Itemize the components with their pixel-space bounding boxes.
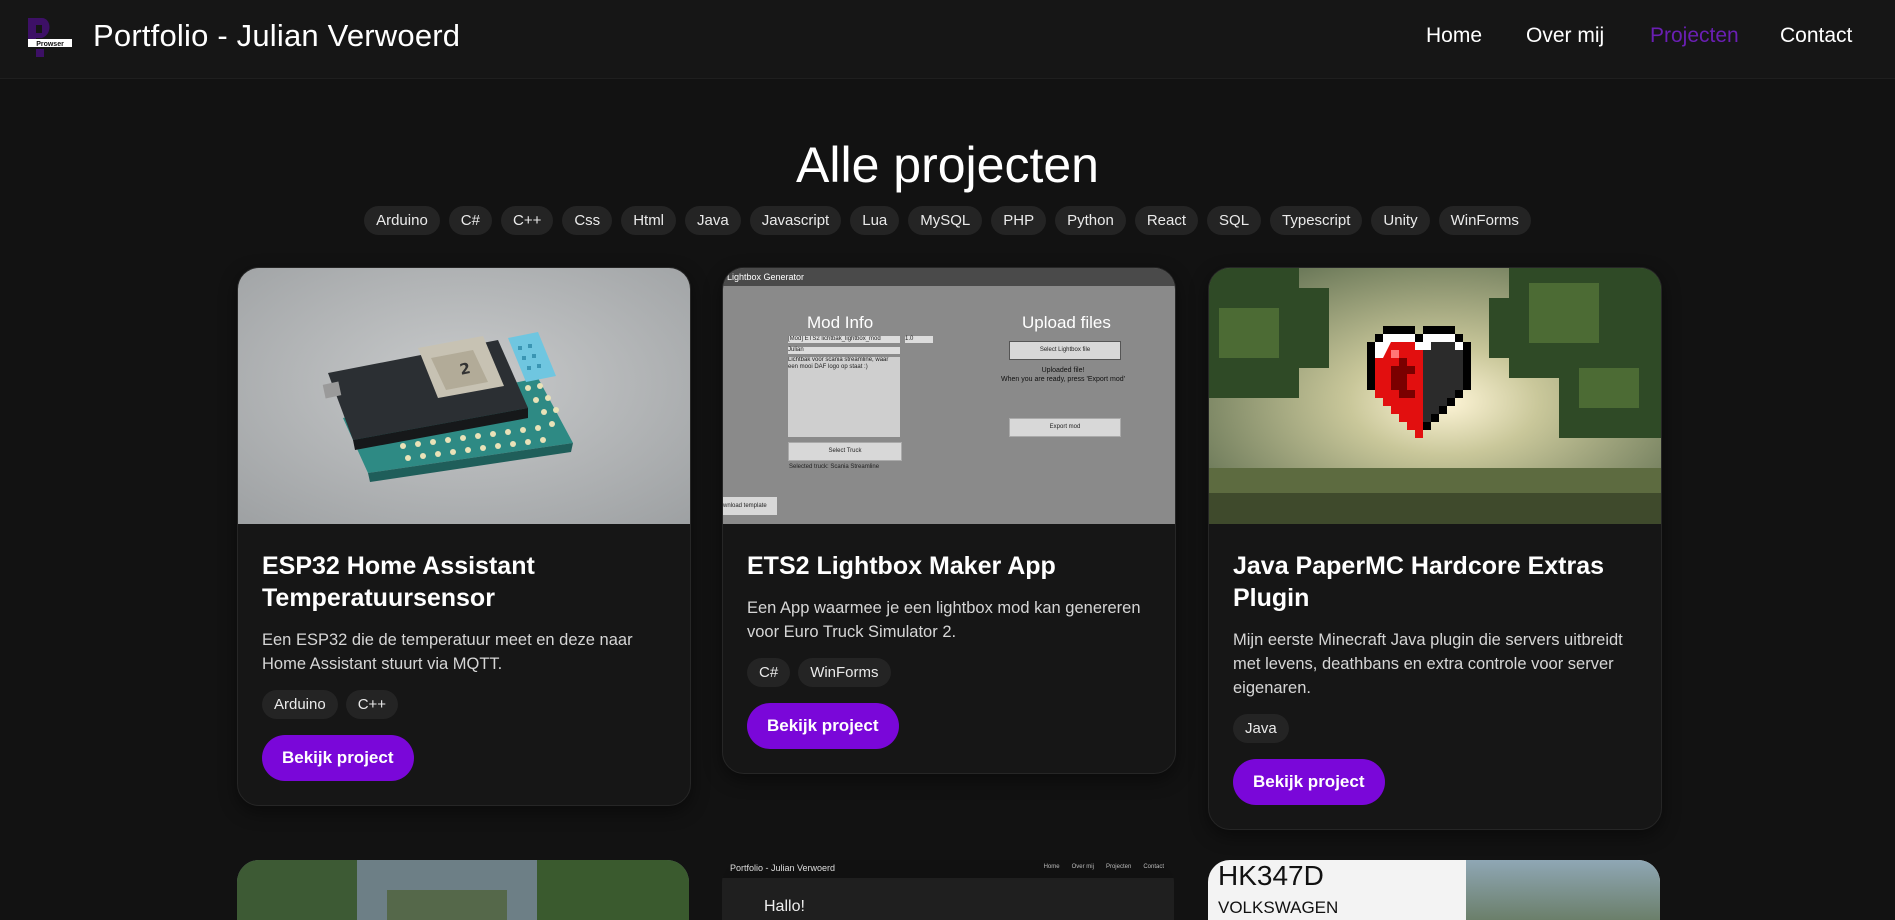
filter-css[interactable]: Css [562,206,613,235]
project-description: Mijn eerste Minecraft Java plugin die se… [1233,631,1623,697]
project-title: ETS2 Lightbox Maker App [747,552,1056,580]
filter-arduino[interactable]: Arduino [364,206,440,235]
project-card: Java PaperMC Hardcore Extras Plugin Mijn… [1208,267,1662,830]
project-title: ESP32 Home Assistant Temperatuursensor [262,552,535,612]
view-project-button[interactable]: Bekijk project [262,735,414,781]
uploaded-message: Uploaded file! [1041,367,1085,374]
preview-nav-item: Home [1043,864,1060,870]
project-description: Een App waarmee je een lightbox mod kan … [747,599,1141,641]
nav-over-mij[interactable]: Over mij [1526,24,1604,48]
project-card: 2 ESP32 Home Assistant Temperatuursensor… [237,267,691,806]
top-navbar: Prowser Portfolio - Julian Verwoerd Home… [0,0,1895,78]
filter-html[interactable]: Html [621,206,677,235]
project-thumbnail [1209,268,1661,524]
preview-site-title: Portfolio - Julian Verwoerd [730,863,836,873]
view-project-button[interactable]: Bekijk project [1233,759,1385,805]
prowser-logo[interactable]: Prowser [26,16,74,62]
download-template-button: wnload template [723,497,777,515]
project-tags: C# WinForms [747,658,1151,687]
mod-description-field: Lichtbak voor scania streamline, waar ee… [788,357,900,437]
filter-javascript[interactable]: Javascript [749,206,842,235]
preview-nav-item: Projecten [1105,864,1132,870]
preview-hello: Hallo! [764,898,805,915]
license-plate-number: HK347D [1218,860,1324,891]
mod-name-field: [Mod] ETS2 lichtbak_lightbox_mod [788,336,900,343]
project-tags: Arduino C++ [262,690,666,719]
logo-text: Prowser [36,41,64,48]
tag-chip: C++ [345,690,399,719]
filter-python[interactable]: Python [1055,206,1126,235]
mod-info-heading: Mod Info [807,313,874,332]
nav-home[interactable]: Home [1426,24,1482,48]
filter-php[interactable]: PHP [991,206,1047,235]
ready-message: When you are ready, press 'Export mod' [1001,376,1125,383]
project-thumbnail: 2 [238,268,690,524]
project-thumbnail-partial[interactable] [237,860,689,920]
filter-cpp[interactable]: C++ [500,206,554,235]
project-title: Java PaperMC Hardcore Extras Plugin [1233,552,1605,612]
filter-react[interactable]: React [1134,206,1199,235]
project-description: Een ESP32 die de temperatuur meet en dez… [262,631,633,673]
author-field: Julian [788,347,900,354]
project-card: Lightbox Generator Mod Info [Mod] ETS2 l… [722,267,1176,774]
nav-contact[interactable]: Contact [1780,24,1852,48]
car-make: VOLKSWAGEN [1218,898,1339,917]
filter-winforms[interactable]: WinForms [1438,206,1531,235]
tag-chip: WinForms [798,658,891,687]
upload-files-heading: Upload files [1022,313,1111,332]
project-thumbnail-partial[interactable]: Portfolio - Julian Verwoerd Home Over mi… [722,860,1174,920]
filter-unity[interactable]: Unity [1371,206,1430,235]
preview-nav: Home Over mij Projecten Contact [1044,864,1164,870]
page-title: Alle projecten [796,137,1099,193]
project-thumbnail: Lightbox Generator Mod Info [Mod] ETS2 l… [723,268,1175,524]
filter-lua[interactable]: Lua [850,206,900,235]
export-mod-button: Export mod [1009,418,1121,437]
filter-csharp[interactable]: C# [448,206,492,235]
project-tags: Java [1233,714,1637,743]
select-truck-button: Select Truck [788,442,902,461]
select-lightbox-button: Select Lightbox file [1009,341,1121,360]
view-project-button[interactable]: Bekijk project [747,703,899,749]
selected-truck-label: Selected truck: Scania Streamline [789,464,880,470]
mod-version-field: 1.0 [905,336,933,343]
nav-projecten[interactable]: Projecten [1650,24,1739,48]
site-brand[interactable]: Portfolio - Julian Verwoerd [93,18,460,54]
tag-chip: C# [747,658,791,687]
tag-chip: Java [1233,714,1289,743]
filter-typescript[interactable]: Typescript [1270,206,1363,235]
tag-chip: Arduino [262,690,338,719]
app-window-title: Lightbox Generator [723,268,1175,286]
tech-filter-bar: Arduino C# C++ Css Html Java Javascript … [0,206,1895,235]
filter-mysql[interactable]: MySQL [908,206,983,235]
filter-java[interactable]: Java [685,206,741,235]
preview-nav-item: Contact [1143,864,1164,870]
project-thumbnail-partial[interactable]: HK347D VOLKSWAGEN [1208,860,1660,920]
preview-nav-item: Over mij [1071,864,1094,870]
filter-sql[interactable]: SQL [1207,206,1262,235]
